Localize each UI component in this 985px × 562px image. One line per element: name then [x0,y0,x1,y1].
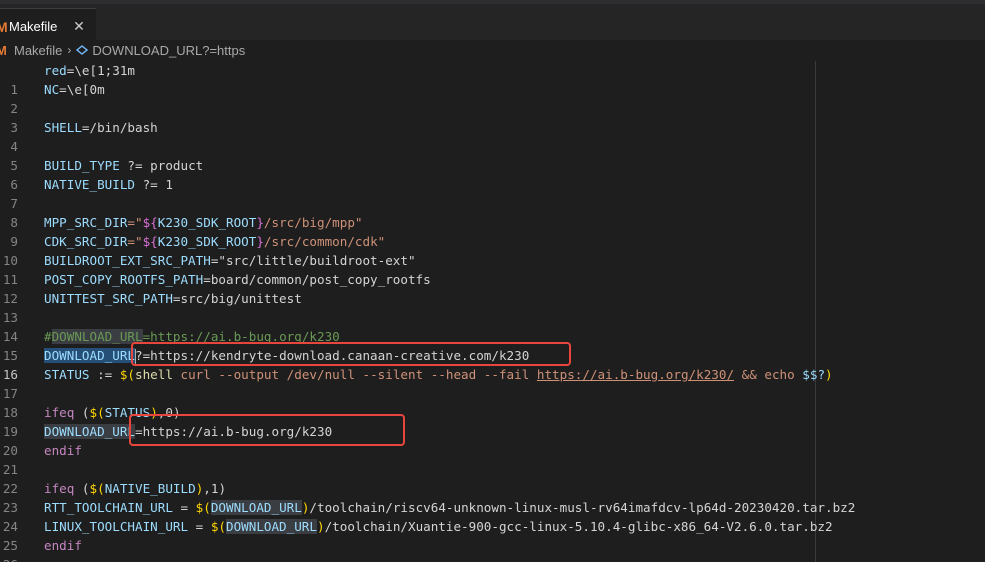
code-text: #DOWNLOAD_URL=https://ai.b-bug.org/k230 [44,329,340,344]
code-text: DOWNLOAD_URL?=https://kendryte-download.… [44,348,530,365]
code-line: 1 red=\e[1;31m [0,61,985,97]
code-text: LINUX_TOOLCHAIN_URL = $(DOWNLOAD_URL)/to… [44,519,833,534]
status-url-link[interactable]: https://ai.b-bug.org/k230/ [537,367,734,382]
breadcrumb-symbol[interactable]: DOWNLOAD_URL?=https [75,43,245,58]
code-text: MPP_SRC_DIR="${K230_SDK_ROOT}/src/big/mp… [44,215,363,230]
code-line: 2 NC=\e[0m [0,80,985,116]
code-line-active: 16 DOWNLOAD_URL?=https://kendryte-downlo… [0,346,985,382]
code-line: 12 POST_COPY_ROOTFS_PATH=board/common/po… [0,270,985,306]
code-line: 8 [0,194,985,230]
code-line: 3 [0,99,985,135]
code-line: 9 MPP_SRC_DIR="${K230_SDK_ROOT}/src/big/… [0,213,985,249]
code-text: CDK_SRC_DIR="${K230_SDK_ROOT}/src/common… [44,234,386,249]
code-text: ifeq ($(STATUS),0) [44,405,181,420]
editor-window: M Makefile ✕ M Makefile › DOWNLOAD_URL?=… [0,0,985,562]
code-line: 26 endif [0,536,985,562]
breadcrumb-file[interactable]: Makefile [14,43,62,58]
code-text: NATIVE_BUILD ?= 1 [44,177,173,192]
code-line: 18 [0,384,985,420]
code-text: ifeq ($(NATIVE_BUILD),1) [44,481,227,496]
breadcrumb-symbol-label: DOWNLOAD_URL?=https [92,42,246,58]
variable-icon [76,45,89,55]
code-line: 21 endif [0,441,985,477]
code-text: NC=\e[0m [44,82,105,97]
code-editor[interactable]: 1 red=\e[1;31m 2 NC=\e[0m 3 4 SHELL=/bin… [0,61,985,562]
code-text: POST_COPY_ROOTFS_PATH=board/common/post_… [44,272,431,287]
code-line: 7 NATIVE_BUILD ?= 1 [0,175,985,211]
code-text: BUILD_TYPE ?= product [44,158,204,173]
code-text: endif [44,443,82,458]
code-line: 4 SHELL=/bin/bash [0,118,985,154]
code-line: 25 LINUX_TOOLCHAIN_URL = $(DOWNLOAD_URL)… [0,517,985,553]
code-line: 15 #DOWNLOAD_URL=https://ai.b-bug.org/k2… [0,327,985,363]
code-text: RTT_TOOLCHAIN_URL = $(DOWNLOAD_URL)/tool… [44,500,856,515]
code-text: red=\e[1;31m [44,63,135,78]
tab-label: Makefile [9,19,58,34]
chevron-right-icon: › [67,43,72,57]
code-line: 6 BUILD_TYPE ?= product [0,156,985,192]
code-text: UNITTEST_SRC_PATH=src/big/unittest [44,291,302,306]
code-text: DOWNLOAD_URL=https://ai.b-bug.org/k230 [44,424,333,439]
code-line: 22 [0,460,985,496]
tab-makefile[interactable]: M Makefile ✕ [0,8,96,44]
code-line: 14 [0,308,985,344]
code-line: 10 CDK_SRC_DIR="${K230_SDK_ROOT}/src/com… [0,232,985,268]
code-line: 19 ifeq ($(STATUS),0) [0,403,985,439]
makefile-icon: M [0,42,7,58]
code-line: 5 [0,137,985,173]
code-text: endif [44,538,82,553]
code-line: 23 ifeq ($(NATIVE_BUILD),1) [0,479,985,515]
code-line: 20 DOWNLOAD_URL=https://ai.b-bug.org/k23… [0,422,985,458]
code-line: 24 RTT_TOOLCHAIN_URL = $(DOWNLOAD_URL)/t… [0,498,985,534]
code-text: STATUS := $(shell curl --output /dev/nul… [44,367,833,382]
code-line: 13 UNITTEST_SRC_PATH=src/big/unittest [0,289,985,325]
code-line: 17 STATUS := $(shell curl --output /dev/… [0,365,985,401]
code-text: BUILDROOT_EXT_SRC_PATH="src/little/build… [44,253,416,268]
breadcrumb: M Makefile › DOWNLOAD_URL?=https [0,40,985,60]
line-number: 26 [0,555,18,562]
code-text: SHELL=/bin/bash [44,120,158,135]
close-icon[interactable]: ✕ [71,18,87,34]
tab-bar: M Makefile ✕ [0,0,985,44]
code-line: 11 BUILDROOT_EXT_SRC_PATH="src/little/bu… [0,251,985,287]
